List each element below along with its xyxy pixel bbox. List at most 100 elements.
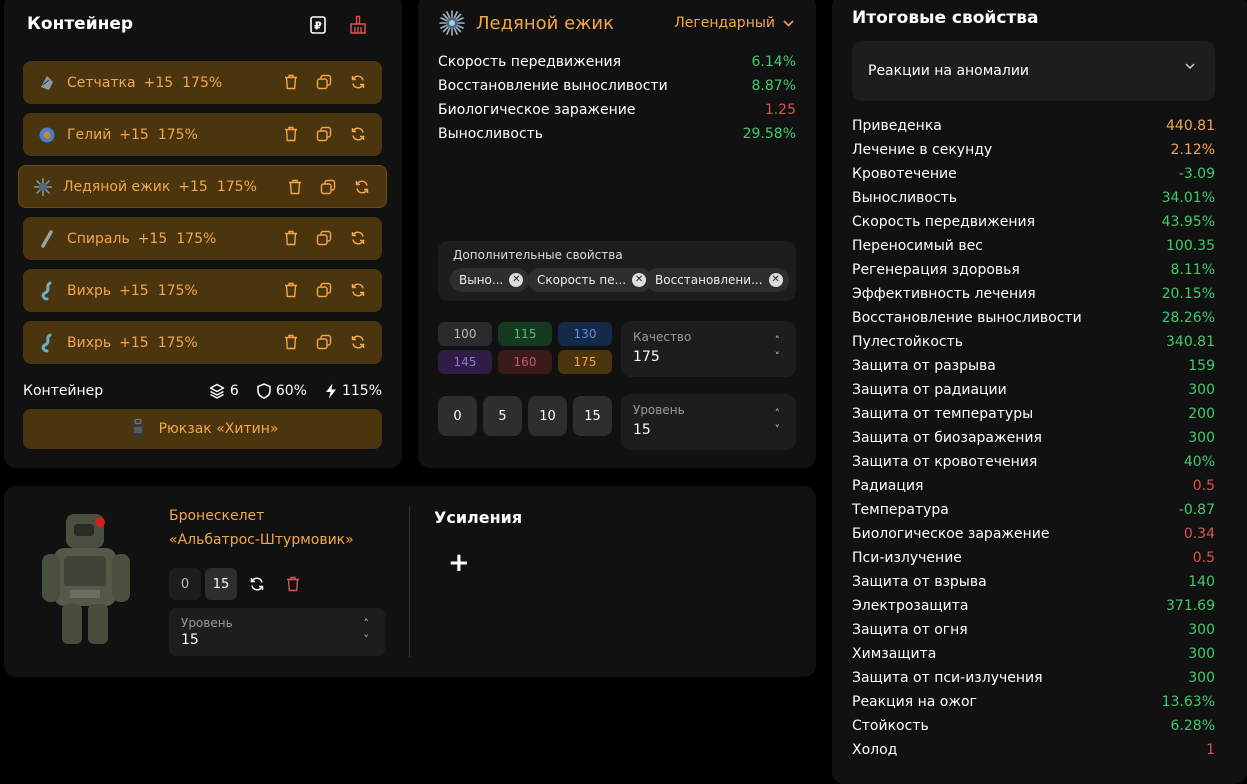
container-slot[interactable]: Вихрь +15 175%	[23, 269, 382, 312]
armor-name-line2: «Альбатрос-Штурмовик»	[169, 532, 354, 548]
container-slot[interactable]: Вихрь +15 175%	[23, 321, 382, 364]
quality-input[interactable]: Качество 175 ˄ ˅	[621, 321, 796, 377]
extra-chip[interactable]: Выно... ✕	[450, 268, 530, 292]
container-slot[interactable]: Спираль +15 175%	[23, 217, 382, 260]
capacity-stat: 6	[209, 383, 239, 399]
extra-chip[interactable]: Восстановлени... ✕	[646, 268, 789, 292]
trash-icon[interactable]	[284, 74, 298, 90]
copy-icon[interactable]	[316, 334, 332, 350]
copy-icon[interactable]	[316, 282, 332, 298]
quality-button[interactable]: 115	[498, 322, 552, 346]
level-button[interactable]: 5	[483, 396, 522, 436]
level-button[interactable]: 10	[528, 396, 567, 436]
level-15-button[interactable]: 15	[205, 568, 237, 600]
slot-name: Сетчатка	[67, 74, 136, 91]
slot-level: +15	[119, 282, 149, 299]
quality-button[interactable]: 160	[498, 350, 552, 374]
armor-level-value: 15	[181, 632, 199, 648]
total-stat-value: 34.01%	[1161, 190, 1215, 206]
container-slot[interactable]: Сетчатка +15 175%	[23, 61, 382, 104]
quality-button[interactable]: 145	[438, 350, 492, 374]
delete-button[interactable]	[277, 568, 309, 600]
total-stat-row: Скорость передвижения 43.95%	[852, 214, 1215, 230]
slot-quality: 175%	[176, 230, 217, 247]
artifact-stat-row: Биологическое заражение 1.25	[438, 102, 796, 118]
refresh-icon[interactable]	[350, 126, 366, 142]
quality-button[interactable]: 130	[558, 322, 612, 346]
extra-chip[interactable]: Скорость пе... ✕	[528, 268, 653, 292]
stat-label: Выносливость	[438, 126, 544, 142]
close-icon[interactable]: ✕	[632, 273, 647, 287]
slot-level: +15	[119, 334, 149, 351]
container-title: Контейнер	[27, 14, 134, 34]
add-boost-button[interactable]: +	[448, 548, 470, 578]
trash-icon	[287, 576, 299, 592]
total-stat-value: 300	[1188, 382, 1215, 398]
container-slot[interactable]: Ледяной ежик +15 175%	[18, 165, 387, 208]
total-stat-row: Переносимый вес 100.35	[852, 238, 1215, 254]
efficiency-stat: 115%	[325, 383, 382, 399]
trash-icon[interactable]	[284, 282, 298, 298]
level-button[interactable]: 15	[573, 396, 612, 436]
level-0-button[interactable]: 0	[169, 568, 201, 600]
total-stat-row: Защита от взрыва 140	[852, 574, 1215, 590]
total-stat-label: Кровотечение	[852, 166, 957, 182]
stepper-icon[interactable]: ˄ ˅	[364, 616, 370, 648]
copy-icon[interactable]	[316, 230, 332, 246]
armor-level-label: Уровень	[181, 616, 233, 630]
slot-name: Вихрь	[67, 282, 112, 299]
totals-dropdown[interactable]: Реакции на аномалии	[852, 41, 1215, 101]
refresh-icon[interactable]	[350, 74, 366, 90]
total-stat-label: Восстановление выносливости	[852, 310, 1082, 326]
container-stats: Контейнер 6 60% 115%	[23, 381, 382, 401]
close-icon[interactable]: ✕	[768, 273, 783, 287]
level-input[interactable]: Уровень 15 ˄ ˅	[621, 394, 796, 450]
stepper-icon[interactable]: ˄ ˅	[775, 406, 781, 438]
total-stat-label: Пси-излучение	[852, 550, 962, 566]
armor-name-line1: Бронескелет	[169, 508, 265, 524]
refresh-icon[interactable]	[354, 179, 370, 195]
total-stat-label: Радиация	[852, 478, 924, 494]
broom-icon[interactable]	[348, 15, 368, 35]
quality-button[interactable]: 100	[438, 322, 492, 346]
stat-value: 1.25	[764, 102, 796, 118]
total-stat-row: Стойкость 6.28%	[852, 718, 1215, 734]
level-button[interactable]: 0	[438, 396, 477, 436]
slot-quality: 175%	[157, 282, 198, 299]
container-slot[interactable]: Гелий +15 175%	[23, 113, 382, 156]
armor-panel: Бронескелет «Альбатрос-Штурмовик» 0 15 У…	[4, 486, 816, 677]
trash-icon[interactable]	[284, 126, 298, 142]
trash-icon[interactable]	[288, 179, 302, 195]
backpack-button[interactable]: Рюкзак «Хитин»	[23, 409, 382, 449]
refresh-button[interactable]	[241, 568, 273, 600]
armor-level-input[interactable]: Уровень 15 ˄ ˅	[169, 608, 385, 656]
refresh-icon[interactable]	[350, 282, 366, 298]
refresh-icon[interactable]	[350, 334, 366, 350]
total-stat-value: 440.81	[1166, 118, 1215, 134]
total-stat-row: Приведенка 440.81	[852, 118, 1215, 134]
rarity-dropdown[interactable]: Легендарный	[674, 15, 794, 31]
copy-icon[interactable]	[316, 74, 332, 90]
total-stat-label: Холод	[852, 742, 898, 758]
total-stat-label: Реакция на ожог	[852, 694, 977, 710]
trash-icon[interactable]	[284, 334, 298, 350]
slot-name: Вихрь	[67, 334, 112, 351]
copy-icon[interactable]	[320, 179, 336, 195]
close-icon[interactable]: ✕	[509, 273, 524, 287]
ruble-icon[interactable]: ₽	[308, 15, 328, 35]
quality-button[interactable]: 175	[558, 350, 612, 374]
layers-icon	[209, 383, 225, 399]
slot-level: +15	[137, 230, 168, 247]
extra-properties-box: Дополнительные свойства Выно... ✕ Скорост…	[438, 241, 796, 301]
slot-level: +15	[143, 74, 174, 91]
stat-label: Восстановление выносливости	[438, 78, 668, 94]
total-stat-label: Температура	[852, 502, 949, 518]
total-stat-value: -3.09	[1178, 166, 1215, 182]
total-stat-label: Защита от радиации	[852, 382, 1007, 398]
refresh-icon[interactable]	[350, 230, 366, 246]
total-stat-label: Скорость передвижения	[852, 214, 1035, 230]
stepper-icon[interactable]: ˄ ˅	[775, 333, 781, 365]
trash-icon[interactable]	[284, 230, 298, 246]
copy-icon[interactable]	[316, 126, 332, 142]
total-stat-row: Эффективность лечения 20.15%	[852, 286, 1215, 302]
